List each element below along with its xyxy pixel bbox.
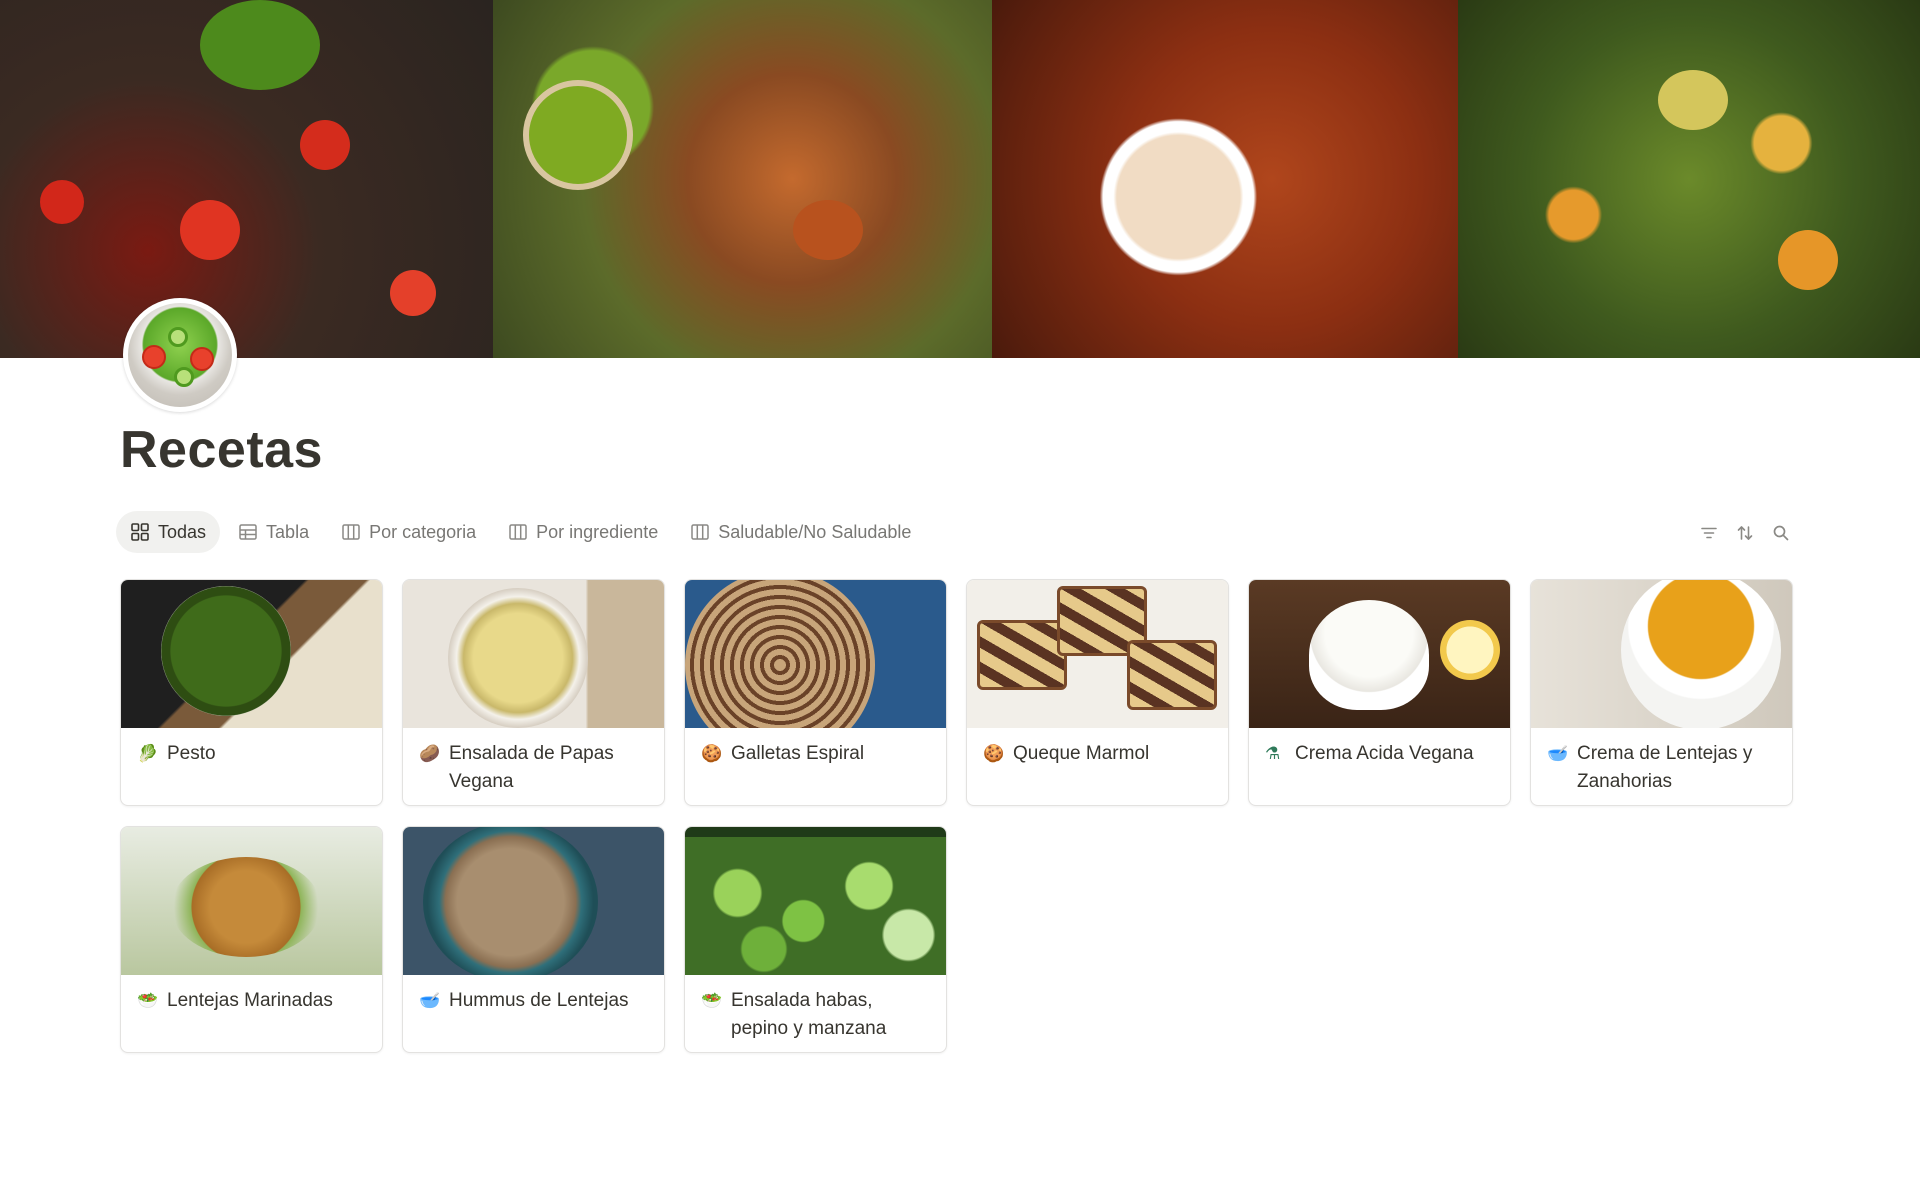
search-button[interactable] — [1770, 522, 1792, 544]
recipe-card[interactable]: 🥣 Hummus de Lentejas — [402, 826, 665, 1053]
sort-icon — [1737, 526, 1753, 540]
cookie-icon: 🍪 — [701, 744, 723, 764]
lentil-carrot-soup-photo — [1531, 580, 1792, 728]
recipe-card[interactable]: 🍪 Galletas Espiral — [684, 579, 947, 806]
recipe-title: Galletas Espiral — [731, 743, 865, 764]
recipe-card[interactable]: 🥔 Ensalada de Papas Vegana — [402, 579, 665, 806]
view-tabs: Todas Tabla Por categoria Por ingredient… — [116, 511, 925, 553]
recipe-title: Queque Marmol — [1013, 743, 1150, 764]
sort-button[interactable] — [1734, 522, 1756, 544]
recipe-card[interactable]: 🍪 Queque Marmol — [966, 579, 1229, 806]
tab-label: Todas — [158, 521, 207, 542]
recipe-title: Ensalada de Papas Vegana — [449, 743, 614, 792]
sour-cream-photo — [1249, 580, 1510, 728]
filter-icon — [1701, 527, 1717, 539]
bowl-icon: 🥣 — [419, 991, 441, 1011]
board-columns-icon — [342, 524, 360, 540]
lentil-hummus-photo — [403, 827, 664, 975]
marble-cake-photo — [967, 580, 1228, 728]
tab-por-categoria[interactable]: Por categoria — [327, 511, 490, 553]
cover-salad-photo — [493, 0, 992, 358]
tab-por-ingrediente[interactable]: Por ingrediente — [494, 511, 672, 553]
tab-todas[interactable]: Todas — [116, 511, 221, 553]
cookie-icon: 🍪 — [983, 744, 1005, 764]
green-salad-icon: 🥗 — [137, 991, 159, 1011]
cover-fries-dip-photo — [992, 0, 1458, 358]
recipe-title: Lentejas Marinadas — [167, 990, 333, 1011]
tab-tabla[interactable]: Tabla — [224, 511, 323, 553]
tab-label: Por categoria — [369, 521, 477, 542]
tab-saludable[interactable]: Saludable/No Saludable — [676, 511, 925, 553]
cover-tomatoes-photo — [0, 0, 493, 358]
recipe-title: Hummus de Lentejas — [449, 990, 629, 1011]
cover-pumpkin-salad-photo — [1458, 0, 1920, 358]
flask-icon: ⚗ — [1265, 744, 1281, 764]
search-icon — [1773, 525, 1789, 541]
view-toolbar — [1698, 522, 1792, 544]
recipe-card[interactable]: ⚗ Crema Acida Vegana — [1248, 579, 1511, 806]
tab-label: Saludable/No Saludable — [718, 521, 912, 542]
filter-button[interactable] — [1698, 522, 1720, 544]
table-icon — [239, 524, 257, 540]
green-salad-icon: 🥗 — [701, 991, 723, 1011]
recipe-title: Crema Acida Vegana — [1295, 743, 1474, 764]
recipe-title: Pesto — [167, 743, 216, 764]
marinated-lentils-photo — [121, 827, 382, 975]
pesto-photo — [121, 580, 382, 728]
gallery-grid-icon — [131, 523, 149, 541]
cover-image — [0, 0, 1920, 358]
recipe-gallery: 🥬 Pesto 🥔 Ensalada de Papas Vegana 🍪 Gal… — [120, 579, 1793, 1053]
potato-icon: 🥔 — [419, 744, 441, 764]
fava-salad-photo — [685, 827, 946, 975]
recipe-card[interactable]: 🥗 Lentejas Marinadas — [120, 826, 383, 1053]
spiral-cookies-photo — [685, 580, 946, 728]
green-salad-icon[interactable] — [123, 298, 237, 412]
potato-salad-photo — [403, 580, 664, 728]
board-columns-icon — [691, 524, 709, 540]
recipe-title: Crema de Lentejas y Zanahorias — [1577, 743, 1753, 792]
bowl-icon: 🥣 — [1547, 744, 1569, 764]
recipe-card[interactable]: 🥬 Pesto — [120, 579, 383, 806]
tab-label: Por ingrediente — [536, 521, 659, 542]
recipe-card[interactable]: 🥗 Ensalada habas, pepino y manzana — [684, 826, 947, 1053]
leafy-green-icon: 🥬 — [137, 744, 159, 764]
recipe-title: Ensalada habas, pepino y manzana — [731, 990, 887, 1039]
recipe-card[interactable]: 🥣 Crema de Lentejas y Zanahorias — [1530, 579, 1793, 806]
page-title[interactable]: Recetas — [120, 420, 323, 480]
board-columns-icon — [509, 524, 527, 540]
tab-label: Tabla — [266, 521, 310, 542]
